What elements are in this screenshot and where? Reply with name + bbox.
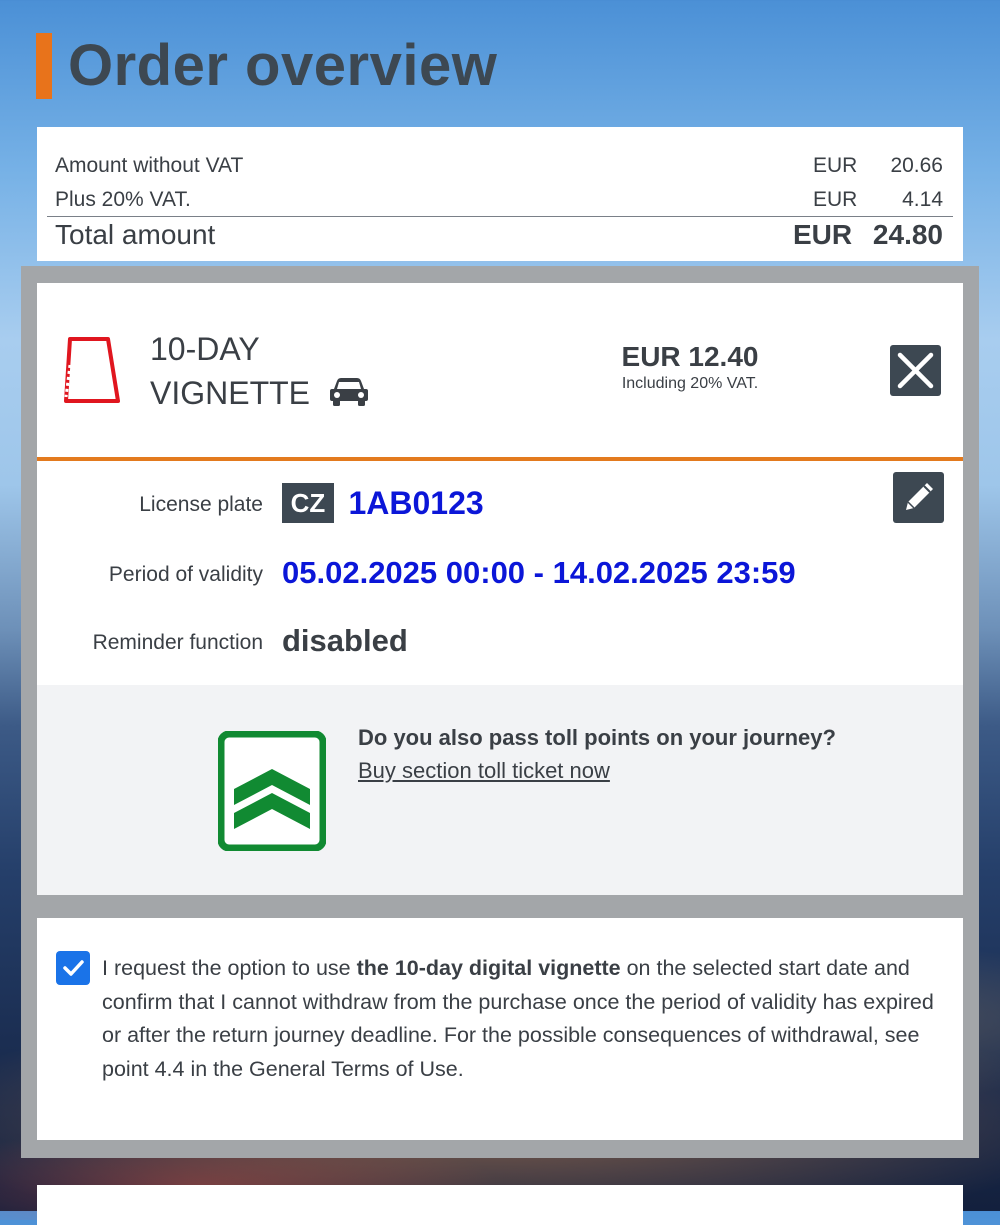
consent-text-product: the 10-day digital vignette — [356, 956, 621, 980]
page-header: Order overview — [36, 32, 497, 99]
total-label: Total amount — [55, 219, 216, 250]
totals-label: Amount without VAT — [55, 154, 244, 177]
totals-row-net: Amount without VAT EUR 20.66 — [55, 154, 943, 178]
license-plate-number: 1AB0123 — [348, 484, 484, 521]
product-header: 10-DAY VIGNETTE EUR 12.40 Including 20% … — [37, 283, 963, 461]
license-plate-value: CZ 1AB0123 — [282, 483, 484, 523]
product-name-line1: 10-DAY — [150, 331, 260, 367]
page-title: Order overview — [68, 33, 498, 98]
product-price: EUR 12.40 Including 20% VAT. — [610, 341, 770, 393]
car-icon — [329, 374, 369, 418]
totals-currency: EUR — [813, 188, 858, 211]
next-section-card — [37, 1185, 963, 1225]
reminder-label: Reminder function — [92, 631, 263, 654]
validity-label: Period of validity — [108, 563, 263, 586]
title-accent-bar — [36, 32, 52, 99]
toll-upsell-panel: Do you also pass toll points on your jou… — [37, 685, 963, 895]
consent-checkbox[interactable] — [56, 951, 90, 985]
checkmark-icon — [63, 960, 84, 976]
price-vat-note: Including 20% VAT. — [621, 375, 759, 392]
country-code-badge: CZ — [282, 483, 334, 523]
price-amount: EUR 12.40 — [621, 341, 759, 372]
totals-label: Plus 20% VAT. — [55, 188, 191, 211]
consent-card: I request the option to use the 10-day d… — [37, 918, 963, 1140]
totals-divider — [47, 216, 953, 217]
product-name-line2-wrap: VIGNETTE — [150, 371, 369, 418]
vignette-icon — [60, 335, 124, 412]
remove-item-button[interactable] — [890, 345, 941, 396]
total-currency: EUR — [793, 219, 853, 250]
close-icon — [897, 352, 934, 389]
total-amount: 24.80 — [872, 219, 943, 250]
section-toll-icon — [217, 730, 327, 856]
totals-amount: 4.14 — [902, 188, 943, 211]
totals-amount: 20.66 — [890, 154, 943, 177]
totals-row-total: Total amount EUR 24.80 — [55, 219, 943, 251]
reminder-value: disabled — [282, 623, 408, 658]
consent-text-start: I request the option to use — [102, 956, 357, 980]
edit-details-button[interactable] — [893, 472, 944, 523]
totals-card: Amount without VAT EUR 20.66 Plus 20% VA… — [37, 127, 963, 261]
totals-row-vat: Plus 20% VAT. EUR 4.14 — [55, 188, 943, 212]
upsell-question: Do you also pass toll points on your jou… — [358, 725, 836, 750]
totals-currency: EUR — [813, 154, 858, 177]
product-name-line2: VIGNETTE — [150, 375, 311, 411]
product-card: 10-DAY VIGNETTE EUR 12.40 Including 20% … — [37, 283, 963, 895]
license-plate-label: License plate — [139, 493, 263, 516]
consent-text: I request the option to use the 10-day d… — [102, 952, 952, 1086]
product-name: 10-DAY VIGNETTE — [150, 327, 369, 418]
pencil-icon — [906, 483, 933, 510]
validity-value: 05.02.2025 00:00 - 14.02.2025 23:59 — [282, 555, 796, 590]
buy-section-toll-link[interactable]: Buy section toll ticket now — [358, 758, 610, 784]
